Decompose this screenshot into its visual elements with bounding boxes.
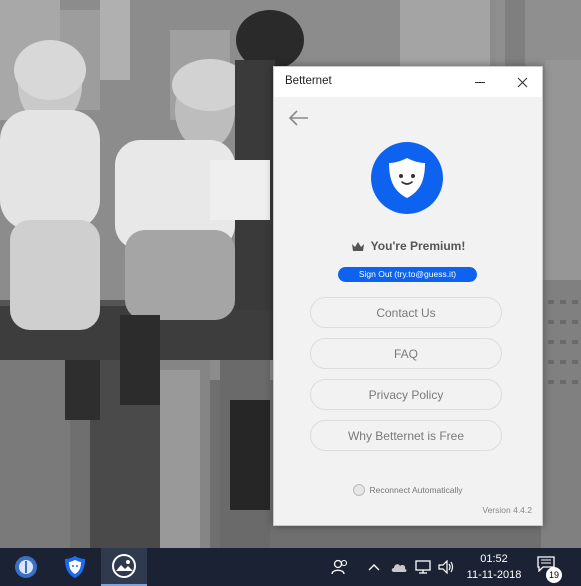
notification-count-badge: 19 [546, 567, 562, 583]
taskbar: 01:52 11-11-2018 19 [0, 548, 581, 586]
clock-date: 11-11-2018 [466, 569, 522, 581]
volume-icon [438, 560, 454, 574]
chevron-up-icon [368, 564, 380, 571]
premium-status: You're Premium! [274, 237, 542, 255]
taskbar-app-bitwarden[interactable] [3, 548, 49, 586]
photos-app-icon [112, 554, 136, 578]
close-button[interactable] [502, 67, 542, 97]
minimize-icon [475, 81, 485, 83]
betternet-shield-icon [65, 556, 85, 578]
window-title: Betternet [285, 75, 332, 87]
back-arrow-icon [288, 110, 308, 126]
minimize-button[interactable] [460, 67, 500, 97]
reconnect-label: Reconnect Automatically [369, 485, 463, 495]
faq-button[interactable]: FAQ [310, 338, 502, 369]
taskbar-app-betternet-shield[interactable] [52, 548, 98, 586]
onedrive-button[interactable] [389, 557, 409, 577]
betternet-logo [371, 142, 443, 214]
app-circle-icon [15, 556, 37, 578]
betternet-window: Betternet You're Premium! Sign Out (try.… [273, 66, 543, 526]
volume-button[interactable] [437, 557, 457, 577]
premium-label: You're Premium! [370, 239, 466, 253]
window-titlebar: Betternet [274, 67, 542, 97]
reconnect-toggle-row: Reconnect Automatically [274, 483, 542, 497]
why-betternet-free-button[interactable]: Why Betternet is Free [310, 420, 502, 451]
privacy-policy-button[interactable]: Privacy Policy [310, 379, 502, 410]
network-button[interactable] [413, 557, 433, 577]
show-hidden-icons-button[interactable] [366, 557, 382, 577]
cloud-icon [391, 564, 407, 572]
people-button[interactable] [329, 557, 351, 577]
sign-out-button[interactable]: Sign Out (try.to@guess.it) [338, 267, 477, 282]
taskbar-clock[interactable]: 01:52 11-11-2018 [462, 551, 526, 583]
version-text: Version 4.4.2 [482, 505, 532, 515]
contact-us-button[interactable]: Contact Us [310, 297, 502, 328]
network-icon [415, 560, 431, 574]
people-icon [331, 559, 348, 575]
clock-time: 01:52 [480, 553, 508, 565]
taskbar-app-photos[interactable] [101, 548, 147, 586]
reconnect-checkbox[interactable] [353, 484, 366, 496]
shield-face-icon [389, 158, 425, 198]
close-icon [517, 77, 527, 87]
crown-icon [351, 241, 364, 251]
action-center-button[interactable]: 19 [537, 554, 563, 584]
back-button[interactable] [288, 109, 310, 127]
